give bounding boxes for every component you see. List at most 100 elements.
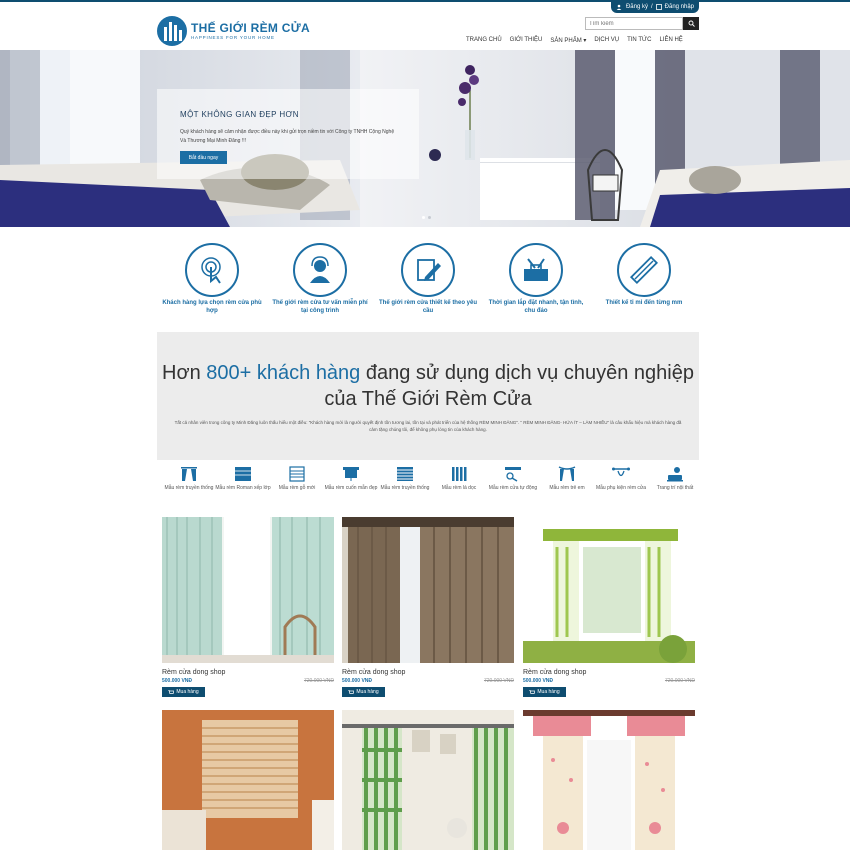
user-add-icon	[616, 4, 622, 10]
roller-blind-icon	[343, 467, 359, 481]
hero-description: Quý khách hàng sẽ cảm nhận được điều này…	[180, 129, 395, 144]
buy-label: Mua hàng	[176, 689, 199, 695]
site-logo[interactable]: THẾ GIỚI RÈM CỬA HAPPINESS FOR YOUR HOME	[157, 16, 310, 46]
nav-products[interactable]: SẢN PHẨM ▾	[550, 37, 586, 44]
ruler-icon	[629, 255, 659, 285]
cta-description: Tất cả nhân viên trong công ty Minh Đăng…	[174, 420, 682, 432]
hero-banner	[0, 50, 850, 227]
product-old-price: 720.000 VNĐ	[664, 678, 695, 684]
curtain-icon	[181, 467, 197, 481]
category-label: Mẫu rèm gỗ mới	[278, 485, 316, 491]
category-label: Mẫu rèm lá dọc	[441, 485, 477, 491]
hero-start-button[interactable]: Bắt đầu ngay	[180, 151, 227, 164]
design-pencil-icon	[417, 259, 441, 281]
product-image[interactable]	[342, 517, 514, 663]
category-item[interactable]: Mẫu phụ kiện rèm cửa	[592, 466, 650, 491]
roman-blind-icon	[235, 467, 251, 481]
cta-heading-post: đang sử dụng dịch vụ chuyên nghiệp của T…	[324, 362, 694, 410]
green-check-curtain-image	[342, 710, 514, 850]
product-image[interactable]	[162, 710, 334, 850]
customers-cta-section: Hơn 800+ khách hàng đang sử dụng dịch vụ…	[157, 332, 699, 460]
product-price: 500.000 VNĐ	[342, 678, 373, 684]
category-item[interactable]: Mẫu rèm lá dọc	[430, 466, 488, 491]
feature-label: Thời gian lắp đặt nhanh, tận tình, chu đ…	[488, 300, 584, 314]
product-image[interactable]	[162, 517, 334, 663]
search-input[interactable]	[585, 17, 683, 30]
curtain-accessory-icon	[612, 467, 630, 477]
category-item[interactable]: Mẫu rèm trẻ em	[538, 466, 596, 491]
logo-mark-icon	[157, 16, 187, 46]
category-label: Mẫu rèm truyền thống	[380, 485, 430, 491]
logo-title: THẾ GIỚI RÈM CỬA	[191, 20, 310, 35]
top-accent-line	[0, 0, 850, 2]
login-icon	[655, 3, 662, 10]
buy-label: Mua hàng	[356, 689, 379, 695]
cta-heading-pre: Hơn	[162, 362, 207, 384]
category-item[interactable]: Mẫu rèm gỗ mới	[268, 466, 326, 491]
category-item[interactable]: Trang trí nội thất	[646, 466, 704, 491]
logo-tagline: HAPPINESS FOR YOUR HOME	[191, 34, 275, 40]
category-item[interactable]: Mẫu rèm truyền thống	[376, 466, 434, 491]
product-name[interactable]: Rèm cửa dong shop	[162, 669, 334, 676]
nav-services[interactable]: DỊCH VỤ	[594, 37, 619, 44]
product-image[interactable]	[523, 710, 695, 850]
hero-dots	[422, 216, 431, 219]
vertical-blind-icon	[452, 467, 467, 481]
nav-news[interactable]: TIN TỨC	[627, 37, 651, 44]
search-button[interactable]	[683, 17, 699, 30]
nav-home[interactable]: TRANG CHỦ	[466, 37, 502, 44]
main-nav: TRANG CHỦ GIỚI THIỆU SẢN PHẨM ▾ DỊCH VỤ …	[466, 37, 683, 44]
nav-about[interactable]: GIỚI THIỆU	[510, 37, 543, 44]
category-label: Mẫu rèm trẻ em	[549, 485, 585, 491]
green-curtain-image	[523, 517, 695, 663]
product-card: Rèm cửa dong shop 500.000 VNĐ 720.000 VNĐ…	[162, 517, 334, 697]
product-name[interactable]: Rèm cửa dong shop	[342, 669, 514, 676]
nav-contact[interactable]: LIÊN HỆ	[659, 37, 682, 44]
product-name[interactable]: Rèm cửa dong shop	[523, 669, 695, 676]
category-label: Mẫu rèm truyền thống	[164, 485, 214, 491]
features-row: Khách hàng lựa chọn rèm cửa phù hợp Thế …	[150, 240, 710, 320]
feature-item: Thời gian lắp đặt nhanh, tận tình, chu đ…	[486, 240, 586, 315]
venetian-blind-icon	[397, 467, 413, 481]
buy-button[interactable]: Mua hàng	[342, 687, 385, 697]
auth-tab: Đăng ký / Đăng nhập	[611, 0, 699, 13]
sheer-curtain-image	[162, 517, 334, 663]
cart-icon	[348, 689, 355, 694]
feature-label: Khách hàng lựa chọn rèm cửa phù hợp	[162, 300, 262, 314]
product-old-price: 720.000 VNĐ	[303, 678, 334, 684]
kids-curtain-icon	[558, 466, 576, 481]
product-card: Rèm cửa dong shop 500.000 VNĐ 720.000 VNĐ…	[523, 517, 695, 697]
search-icon	[688, 20, 695, 27]
motorized-curtain-icon	[505, 467, 521, 482]
support-agent-icon	[310, 256, 330, 283]
login-link[interactable]: Đăng nhập	[665, 4, 694, 10]
category-label: Mẫu rèm cửa tự động	[488, 485, 538, 491]
interior-decor-icon	[667, 467, 683, 482]
wood-blind-room-image	[162, 710, 334, 850]
cta-heading: Hơn 800+ khách hàng đang sử dụng dịch vụ…	[157, 360, 699, 412]
cart-icon	[529, 689, 536, 694]
register-link[interactable]: Đăng ký	[626, 4, 648, 10]
product-price: 500.000 VNĐ	[523, 678, 554, 684]
category-item[interactable]: Mẫu rèm cửa tự động	[484, 466, 542, 491]
category-item[interactable]: Mẫu rèm truyền thống	[160, 466, 218, 491]
feature-label: Thiết kế tỉ mỉ đến từng mm	[605, 300, 683, 306]
product-image[interactable]	[342, 710, 514, 850]
product-card: Rèm cửa dong shop 500.000 VNĐ 720.000 VNĐ…	[342, 517, 514, 697]
hero-bedroom-image	[0, 50, 850, 227]
buy-button[interactable]: Mua hàng	[162, 687, 205, 697]
category-row: Mẫu rèm truyền thống Mẫu rèm Roman xếp l…	[160, 466, 700, 506]
category-label: Trang trí nội thất	[656, 485, 694, 491]
category-item[interactable]: Mẫu rèm cuốn mẫn đẹp	[322, 466, 380, 491]
buy-button[interactable]: Mua hàng	[523, 687, 566, 697]
category-item[interactable]: Mẫu rèm Roman xếp lớp	[214, 466, 272, 491]
feature-label: Thế giới rèm cửa tư vấn miễn phí tại côn…	[272, 300, 368, 314]
cta-heading-highlight: 800+ khách hàng	[206, 362, 361, 384]
toolbox-icon	[524, 258, 548, 281]
category-label: Mẫu rèm Roman xếp lớp	[215, 485, 271, 491]
feature-item: Thiết kế tỉ mỉ đến từng mm	[594, 240, 694, 307]
category-label: Mẫu rèm cuốn mẫn đẹp	[324, 485, 378, 491]
product-image[interactable]	[523, 517, 695, 663]
feature-item: Thế giới rèm cửa tư vấn miễn phí tại côn…	[270, 240, 370, 315]
buy-label: Mua hàng	[537, 689, 560, 695]
